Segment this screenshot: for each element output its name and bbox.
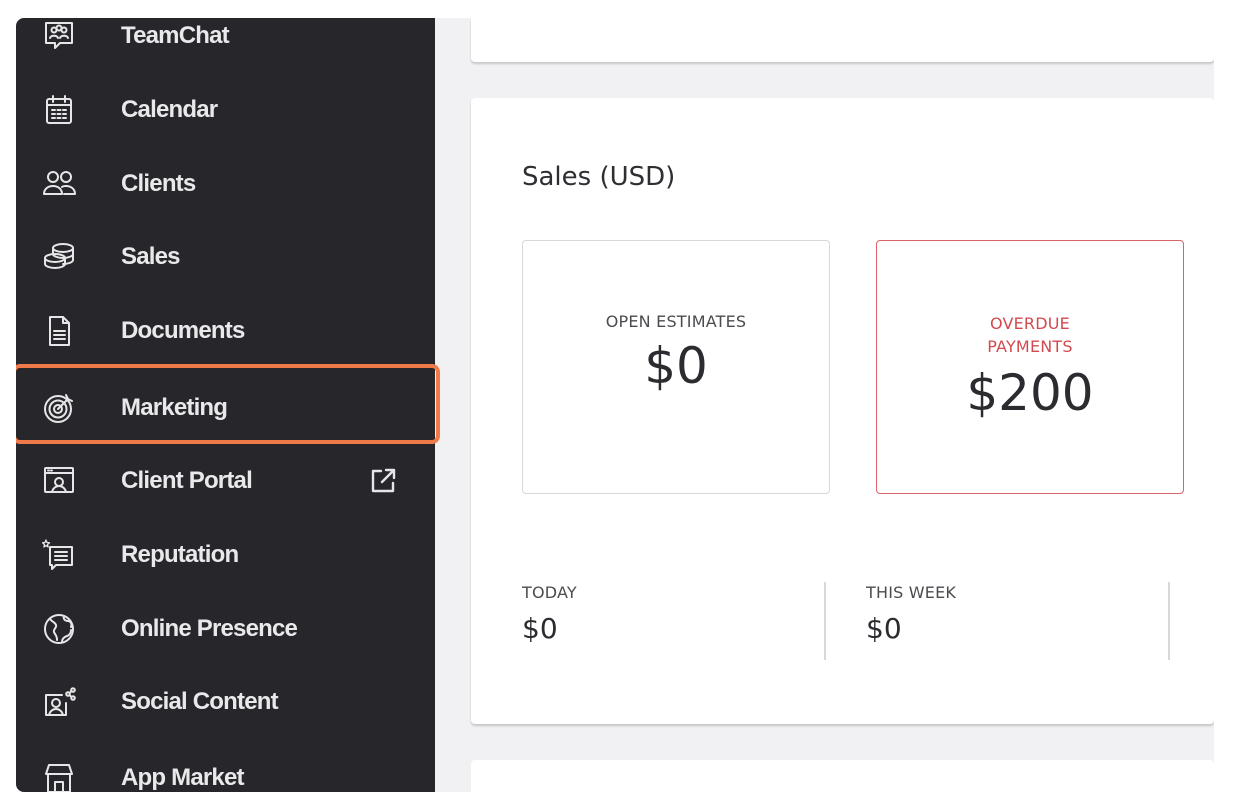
sidebar-item-calendar[interactable]: Calendar bbox=[16, 80, 435, 140]
sidebar-item-client-portal[interactable]: Client Portal bbox=[16, 451, 435, 511]
sales-card: Sales (USD) OPEN ESTIMATES $0 OVERDUE PA… bbox=[471, 98, 1214, 724]
period-value: $0 bbox=[866, 612, 902, 645]
sidebar-item-online-presence[interactable]: Online Presence bbox=[16, 599, 435, 659]
globe-icon bbox=[42, 612, 76, 646]
overdue-payments-label: OVERDUE PAYMENTS bbox=[987, 314, 1073, 356]
top-card bbox=[471, 18, 1214, 62]
sidebar-item-label: App Market bbox=[121, 764, 245, 791]
period-label: THIS WEEK bbox=[866, 583, 957, 602]
sidebar: TeamChat Calendar Clients Sales Document bbox=[16, 18, 440, 792]
sidebar-item-sales[interactable]: Sales bbox=[16, 227, 435, 287]
sidebar-item-app-market[interactable]: App Market bbox=[16, 748, 435, 792]
sales-title: Sales (USD) bbox=[522, 162, 676, 192]
social-content-icon bbox=[42, 685, 76, 719]
document-icon bbox=[42, 314, 76, 348]
sidebar-item-clients[interactable]: Clients bbox=[16, 154, 435, 214]
sidebar-item-label: Marketing bbox=[121, 394, 228, 421]
sidebar-item-teamchat[interactable]: TeamChat bbox=[16, 18, 435, 66]
open-estimates-label: OPEN ESTIMATES bbox=[605, 311, 747, 331]
target-icon bbox=[42, 391, 76, 425]
client-portal-icon bbox=[42, 464, 76, 498]
sidebar-item-label: Reputation bbox=[121, 541, 239, 568]
open-estimates-box[interactable]: OPEN ESTIMATES $0 bbox=[522, 240, 830, 494]
period-today: TODAY $0 bbox=[522, 583, 822, 645]
sidebar-item-label: Documents bbox=[121, 317, 245, 344]
sidebar-item-social-content[interactable]: Social Content bbox=[16, 672, 435, 732]
coins-icon bbox=[42, 240, 76, 274]
sidebar-item-label: Calendar bbox=[121, 96, 218, 123]
app-window: TeamChat Calendar Clients Sales Document bbox=[16, 18, 1214, 792]
period-value: $0 bbox=[522, 612, 558, 645]
reputation-icon bbox=[42, 538, 76, 572]
period-divider bbox=[1168, 582, 1170, 660]
sidebar-item-documents[interactable]: Documents bbox=[16, 301, 435, 361]
overdue-payments-box[interactable]: OVERDUE PAYMENTS $200 bbox=[876, 240, 1184, 494]
calendar-icon bbox=[42, 93, 76, 127]
period-divider bbox=[824, 582, 826, 660]
sidebar-item-label: TeamChat bbox=[121, 22, 230, 49]
overdue-payments-value: $200 bbox=[966, 364, 1094, 422]
clients-icon bbox=[42, 167, 76, 201]
period-truncated bbox=[1209, 583, 1214, 593]
sidebar-item-label: Social Content bbox=[121, 688, 279, 715]
bottom-card bbox=[471, 760, 1214, 792]
period-this-week: THIS WEEK $0 bbox=[866, 583, 1166, 645]
period-label: TODAY bbox=[522, 583, 577, 602]
team-chat-icon bbox=[42, 19, 76, 53]
store-icon bbox=[42, 761, 76, 792]
sidebar-item-label: Online Presence bbox=[121, 615, 298, 642]
sidebar-item-reputation[interactable]: Reputation bbox=[16, 525, 435, 585]
sidebar-item-label: Sales bbox=[121, 243, 181, 270]
open-estimates-value: $0 bbox=[644, 336, 708, 395]
sidebar-item-marketing[interactable]: Marketing bbox=[16, 378, 435, 438]
external-link-icon[interactable] bbox=[368, 466, 398, 496]
sidebar-item-label: Clients bbox=[121, 170, 196, 197]
sidebar-item-label: Client Portal bbox=[121, 467, 253, 494]
